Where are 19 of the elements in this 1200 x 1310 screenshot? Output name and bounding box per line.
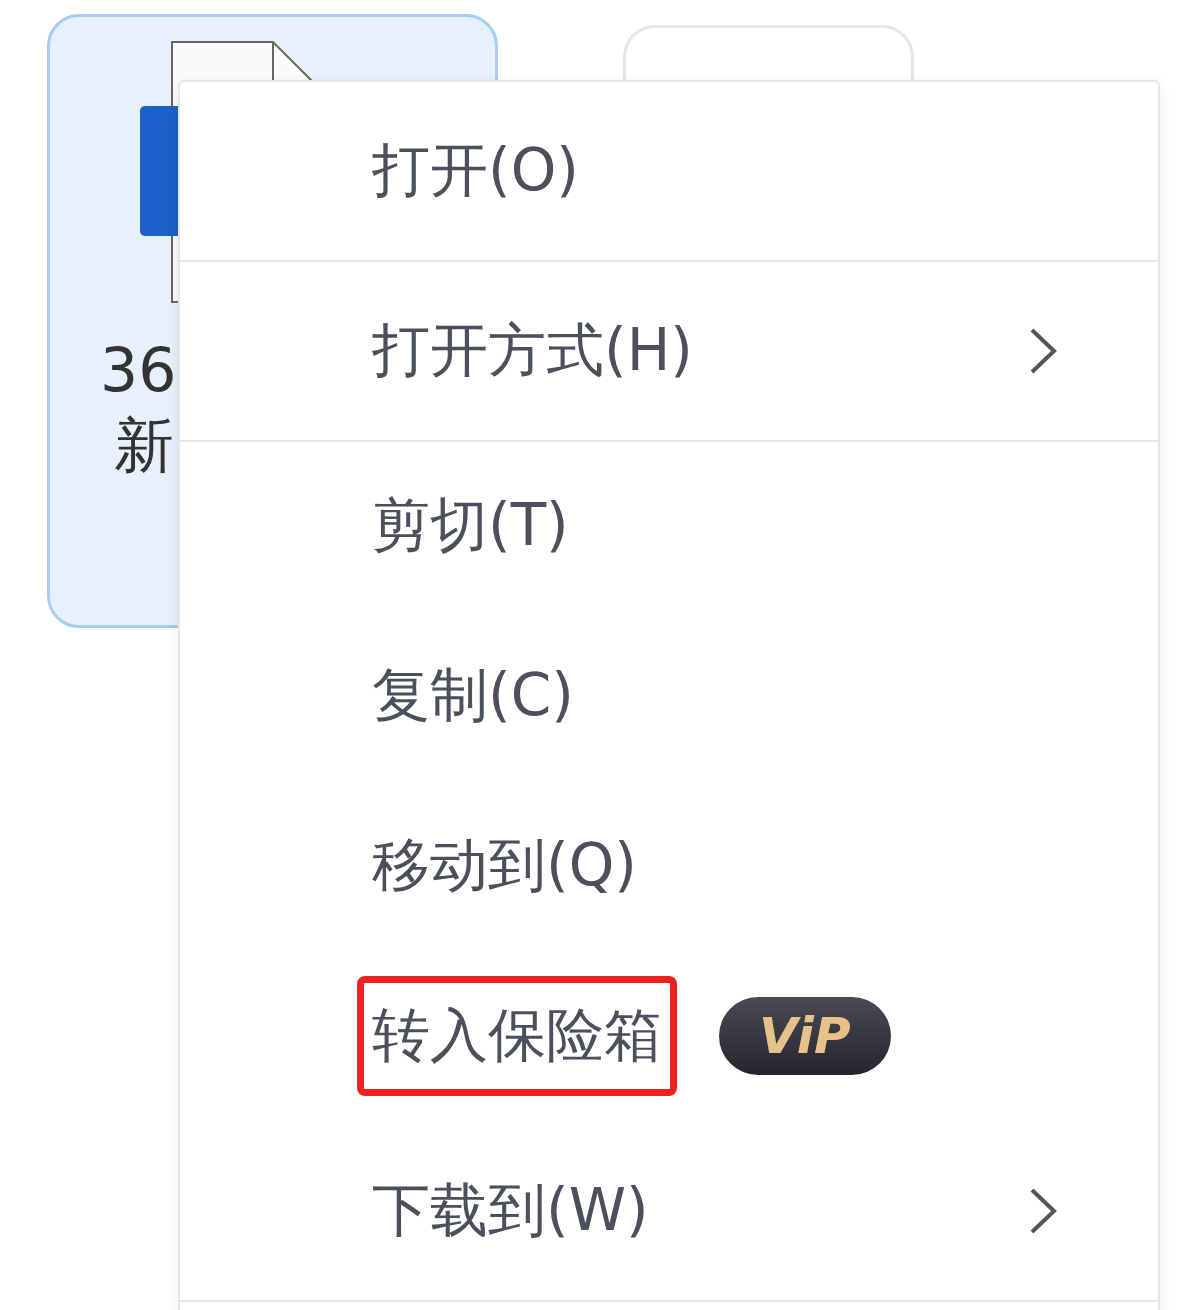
menu-item-label: 移动到(Q) — [372, 830, 637, 901]
vip-badge: ViP — [719, 997, 891, 1075]
menu-item[interactable]: 剪切(T) — [180, 442, 1158, 612]
menu-item-label: 复制(C) — [372, 660, 574, 731]
menu-item[interactable]: 下载到(W) — [180, 1122, 1158, 1302]
file-name: 36 — [100, 334, 177, 407]
menu-item-label: 下载到(W) — [372, 1175, 649, 1246]
menu-item-label: 转入保险箱 — [357, 976, 677, 1096]
menu-item-label: 打开方式(H) — [372, 315, 693, 386]
chevron-right-icon — [1028, 1187, 1058, 1235]
menu-item[interactable]: 打开(O) — [180, 82, 1158, 262]
menu-item[interactable]: 移动到(Q) — [180, 782, 1158, 952]
menu-item-label: 剪切(T) — [372, 490, 569, 561]
menu-item[interactable]: 复制(C) — [180, 612, 1158, 782]
menu-item-label: 打开(O) — [372, 135, 579, 206]
menu-item[interactable]: 打开方式(H) — [180, 262, 1158, 442]
menu-item[interactable]: 转入保险箱 ViP — [180, 952, 1158, 1122]
file-name: 新 — [114, 409, 174, 482]
chevron-right-icon — [1028, 327, 1058, 375]
